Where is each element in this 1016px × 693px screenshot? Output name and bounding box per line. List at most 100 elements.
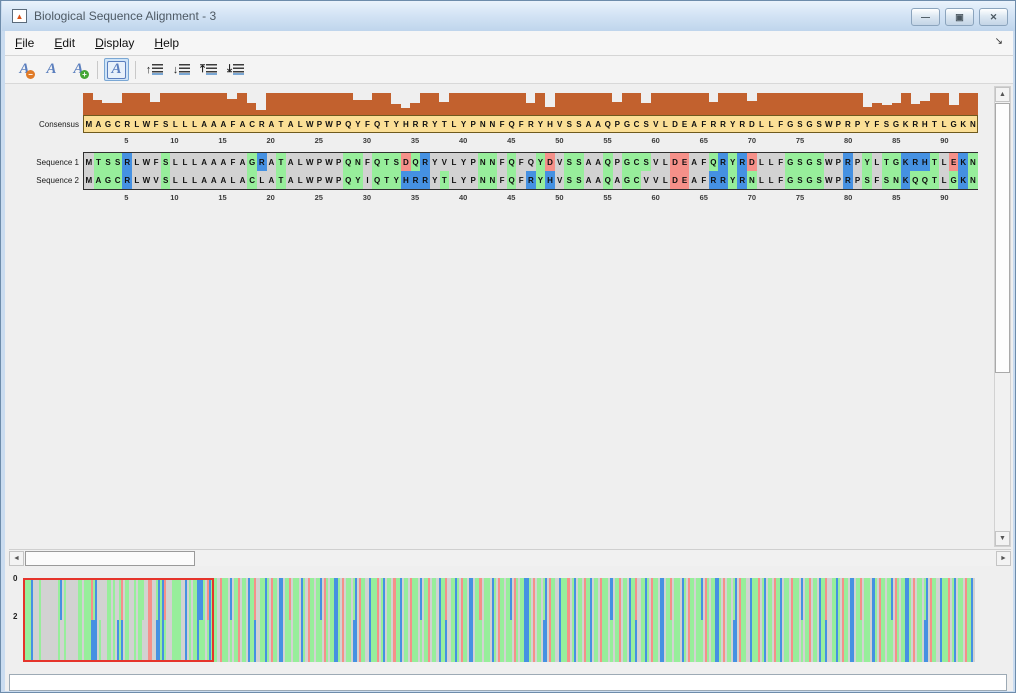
residue-cell[interactable]: Q — [506, 153, 517, 171]
restore-button[interactable]: ▣ — [945, 8, 974, 26]
residue-cell[interactable]: S — [160, 171, 171, 189]
residue-cell[interactable]: E — [679, 153, 690, 171]
consensus-cell[interactable]: E — [680, 116, 690, 132]
consensus-cell[interactable]: A — [584, 116, 594, 132]
residue-cell[interactable]: S — [814, 153, 824, 171]
residue-cell[interactable]: L — [295, 171, 306, 189]
residue-cell[interactable]: Q — [343, 153, 354, 171]
consensus-cell[interactable]: T — [276, 116, 286, 132]
consensus-cell[interactable]: D — [670, 116, 680, 132]
move-sequence-down-button[interactable]: ↓ — [169, 58, 194, 81]
consensus-cell[interactable]: Y — [536, 116, 546, 132]
residue-cell[interactable]: L — [132, 171, 142, 189]
consensus-cell[interactable]: S — [641, 116, 651, 132]
consensus-cell[interactable]: G — [949, 116, 959, 132]
residue-cell[interactable]: Y — [535, 153, 546, 171]
residue-cell[interactable]: L — [170, 153, 181, 171]
residue-cell[interactable]: A — [285, 171, 296, 189]
residue-cell[interactable]: Y — [727, 171, 738, 189]
residue-cell[interactable]: N — [891, 171, 901, 189]
residue-cell[interactable]: R — [737, 153, 748, 171]
consensus-cell[interactable]: F — [151, 116, 161, 132]
consensus-cell[interactable]: W — [324, 116, 334, 132]
residue-cell[interactable]: A — [689, 171, 699, 189]
move-sequence-to-top-button[interactable]: ⤒ — [196, 58, 221, 81]
residue-cell[interactable]: A — [237, 171, 248, 189]
consensus-cell[interactable]: Y — [862, 116, 872, 132]
consensus-cell[interactable]: Q — [372, 116, 382, 132]
residue-cell[interactable]: D — [670, 171, 680, 189]
residue-cell[interactable]: P — [468, 153, 478, 171]
consensus-cell[interactable]: L — [939, 116, 949, 132]
residue-cell[interactable]: T — [93, 153, 104, 171]
consensus-cell[interactable]: Y — [728, 116, 738, 132]
residue-cell[interactable]: Y — [458, 153, 469, 171]
residue-cell[interactable]: L — [256, 171, 267, 189]
sequence-grid[interactable]: MTSSRLWFSLLLAAAFAGRATALWPWPQNFQTSDQRYVLY… — [83, 152, 978, 190]
horizontal-scroll-thumb[interactable] — [25, 551, 195, 566]
residue-cell[interactable]: F — [151, 153, 161, 171]
consensus-cell[interactable]: L — [170, 116, 180, 132]
consensus-cell[interactable]: N — [488, 116, 498, 132]
consensus-cell[interactable]: A — [593, 116, 603, 132]
residue-cell[interactable]: L — [766, 153, 776, 171]
minimize-button[interactable]: — — [911, 8, 940, 26]
residue-cell[interactable]: G — [891, 153, 901, 171]
residue-cell[interactable]: Q — [372, 171, 382, 189]
residue-cell[interactable]: G — [247, 153, 257, 171]
residue-cell[interactable]: D — [747, 153, 757, 171]
scroll-down-arrow[interactable]: ▼ — [995, 531, 1010, 546]
residue-cell[interactable]: T — [929, 171, 940, 189]
residue-cell[interactable]: A — [199, 153, 209, 171]
residue-cell[interactable]: F — [497, 171, 507, 189]
consensus-cell[interactable]: P — [834, 116, 844, 132]
residue-cell[interactable]: V — [151, 171, 161, 189]
consensus-cell[interactable]: A — [219, 116, 229, 132]
residue-cell[interactable]: P — [314, 153, 325, 171]
consensus-cell[interactable]: R — [411, 116, 421, 132]
residue-cell[interactable]: Q — [602, 153, 613, 171]
residue-cell[interactable]: S — [112, 153, 123, 171]
consensus-cell[interactable]: F — [497, 116, 507, 132]
residue-cell[interactable]: L — [449, 153, 459, 171]
residue-cell[interactable]: C — [631, 153, 642, 171]
consensus-row[interactable]: MAGCRLWFSLLLAAAFACRATALWPWPQYFQTYHRRYTLY… — [83, 115, 978, 133]
residue-cell[interactable]: L — [449, 171, 459, 189]
residue-cell[interactable]: V — [554, 153, 565, 171]
residue-cell[interactable]: R — [420, 171, 430, 189]
residue-cell[interactable]: K — [958, 153, 969, 171]
residue-cell[interactable]: T — [881, 153, 892, 171]
consensus-cell[interactable]: S — [161, 116, 171, 132]
consensus-cell[interactable]: G — [805, 116, 815, 132]
residue-cell[interactable]: T — [381, 171, 392, 189]
consensus-cell[interactable]: Q — [603, 116, 613, 132]
residue-cell[interactable]: S — [103, 153, 113, 171]
consensus-cell[interactable]: C — [247, 116, 257, 132]
consensus-cell[interactable]: V — [651, 116, 661, 132]
consensus-cell[interactable]: S — [882, 116, 892, 132]
residue-cell[interactable]: A — [208, 153, 219, 171]
residue-cell[interactable]: Y — [535, 171, 546, 189]
consensus-cell[interactable]: T — [930, 116, 940, 132]
residue-cell[interactable]: S — [641, 153, 651, 171]
residue-cell[interactable]: G — [785, 171, 796, 189]
residue-cell[interactable]: Q — [372, 153, 382, 171]
residue-cell[interactable]: P — [833, 153, 844, 171]
consensus-cell[interactable]: F — [776, 116, 786, 132]
residue-cell[interactable]: T — [439, 171, 450, 189]
residue-cell[interactable]: A — [93, 171, 104, 189]
residue-cell[interactable]: L — [766, 171, 776, 189]
increase-fontsize-button[interactable]: A + — [66, 58, 91, 81]
residue-cell[interactable]: R — [910, 153, 921, 171]
residue-cell[interactable]: F — [228, 153, 238, 171]
residue-cell[interactable]: S — [881, 171, 892, 189]
residue-cell[interactable]: Y — [429, 171, 440, 189]
residue-cell[interactable]: G — [785, 153, 796, 171]
consensus-cell[interactable]: F — [363, 116, 373, 132]
residue-cell[interactable]: Y — [862, 153, 872, 171]
consensus-cell[interactable]: A — [199, 116, 209, 132]
residue-cell[interactable]: Q — [506, 171, 517, 189]
residue-cell[interactable]: Q — [526, 153, 536, 171]
residue-cell[interactable]: C — [631, 171, 642, 189]
consensus-cell[interactable]: L — [661, 116, 671, 132]
